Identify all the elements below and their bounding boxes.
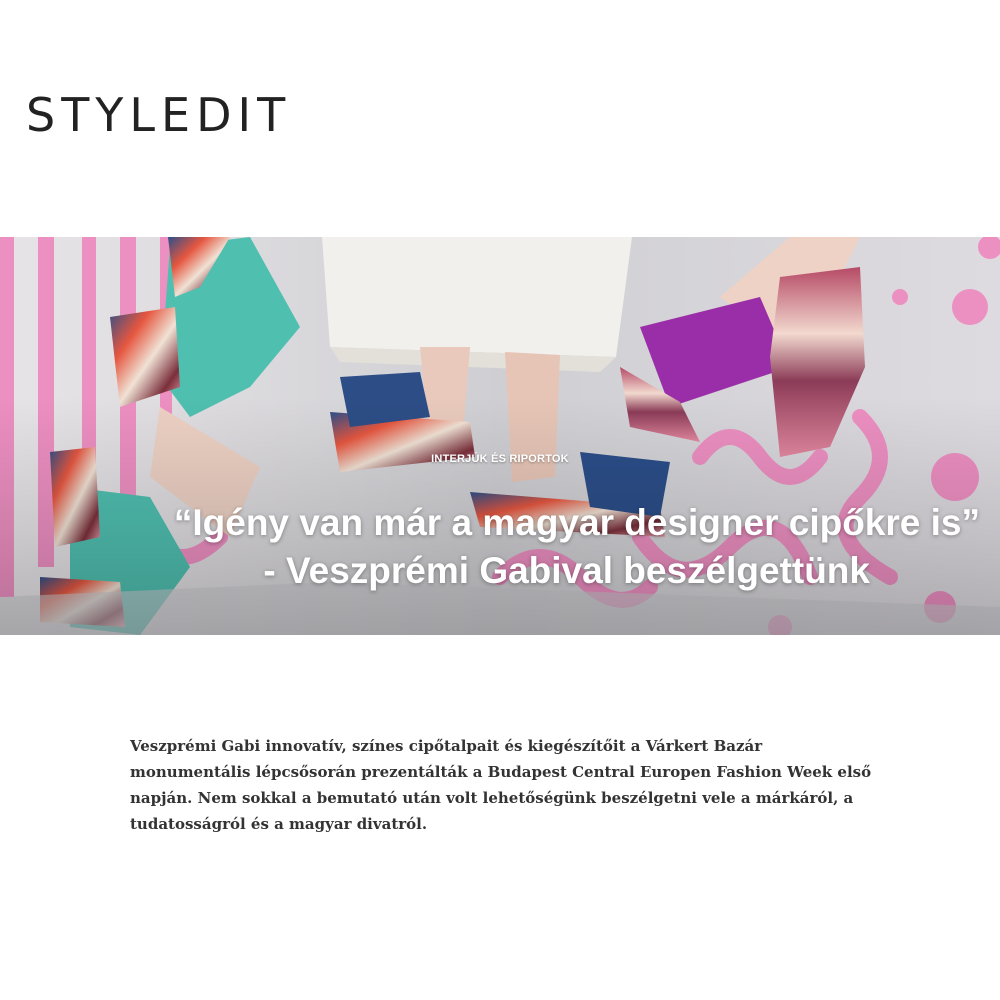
article-title-line2[interactable]: - Veszprémi Gabival beszélgettünk	[40, 547, 980, 595]
article-title-line1[interactable]: “Igény van már a magyar designer cipőkre…	[40, 499, 980, 547]
category-link[interactable]: INTERJÚK ÉS RIPORTOK	[0, 453, 1000, 465]
hero-banner[interactable]: INTERJÚK ÉS RIPORTOK “Igény van már a ma…	[0, 237, 1000, 635]
site-logo[interactable]: STYLEDIT	[26, 92, 291, 138]
article-title[interactable]: “Igény van már a magyar designer cipőkre…	[40, 499, 980, 595]
article-lead: Veszprémi Gabi innovatív, színes cipőtal…	[130, 737, 872, 833]
